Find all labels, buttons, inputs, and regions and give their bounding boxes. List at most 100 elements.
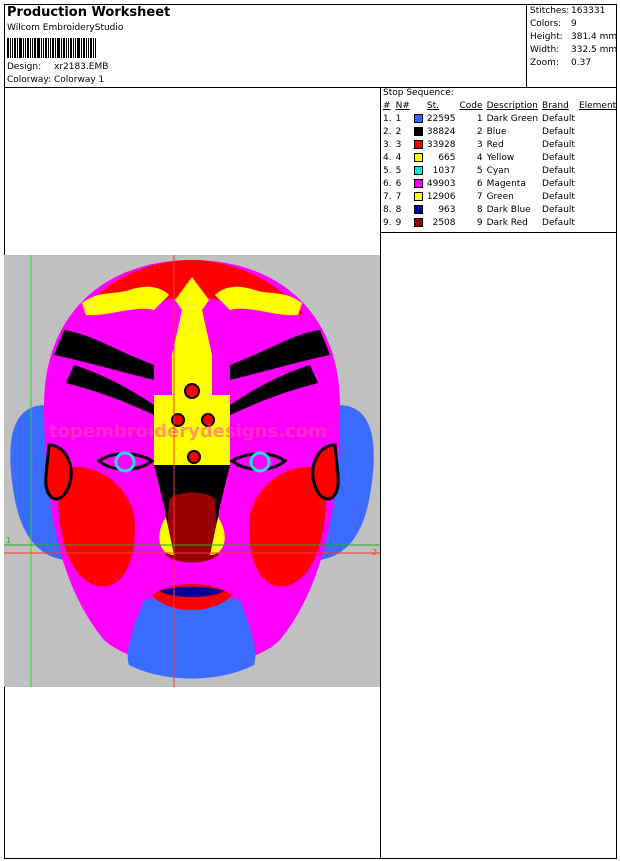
cell-num: 6.: [383, 178, 392, 189]
design-value: xr2183.EMB: [54, 62, 109, 72]
cell-element: [577, 112, 618, 125]
software-name: Wilcom EmbroideryStudio: [7, 23, 124, 33]
col-num: #: [383, 101, 391, 111]
table-row: 8. 8 963 8 Dark Blue Default: [381, 203, 618, 216]
col-description: Description: [486, 101, 538, 111]
design-preview: topembroiderydesigns.com 1 2: [4, 255, 380, 687]
cell-element: [577, 151, 618, 164]
cell-needle: 9: [395, 217, 402, 228]
stop-sequence-title: Stop Sequence:: [383, 88, 454, 98]
cell-needle: 4: [395, 152, 402, 163]
table-row: 2. 2 38824 2 Blue Default: [381, 125, 618, 138]
barcode-bar: [55, 38, 56, 58]
mask-artwork: topembroiderydesigns.com 1 2: [4, 255, 380, 687]
stats-divider: [526, 4, 527, 88]
barcode-bar: [30, 38, 31, 58]
cell-brand: Default: [542, 191, 575, 202]
barcode-bar: [34, 38, 36, 58]
barcode-bar: [43, 38, 44, 58]
sequence-divider: [380, 232, 617, 233]
cell-color-swatch: [412, 125, 425, 138]
stat-value: 9: [571, 19, 577, 29]
cell-brand: Default: [542, 152, 575, 163]
colorway-value: Colorway 1: [54, 75, 105, 85]
table-row: 5. 5 1037 5 Cyan Default: [381, 164, 618, 177]
cell-description: Green: [486, 191, 514, 202]
barcode-bar: [48, 38, 49, 58]
cell-color-swatch: [412, 203, 425, 216]
col-color: [412, 100, 425, 112]
thread-color-swatch: [413, 165, 423, 175]
cell-code: 4: [476, 152, 483, 163]
cell-code: 5: [476, 165, 483, 176]
stat-label: Width:: [530, 45, 560, 55]
barcode-bar: [7, 38, 9, 58]
cell-description: Dark Red: [486, 217, 528, 228]
cell-brand: Default: [542, 204, 575, 215]
cell-code: 6: [476, 178, 483, 189]
table-row: 1. 1 22595 1 Dark Green Default: [381, 112, 618, 125]
cell-stitches: 33928: [426, 139, 456, 150]
stat-value: 0.37: [571, 58, 592, 68]
barcode: [7, 38, 103, 58]
cell-description: Dark Green: [486, 113, 539, 124]
barcode-bar: [75, 38, 76, 58]
table-row: 6. 6 49903 6 Magenta Default: [381, 177, 618, 190]
cell-color-swatch: [412, 138, 425, 151]
barcode-bar: [68, 38, 69, 58]
barcode-bar: [57, 38, 60, 58]
crest-dot: [187, 450, 201, 464]
cell-description: Yellow: [486, 152, 515, 163]
cell-element: [577, 216, 618, 229]
cell-element: [577, 190, 618, 203]
cell-description: Dark Blue: [486, 204, 531, 215]
cell-brand: Default: [542, 217, 575, 228]
cell-num: 1.: [383, 113, 392, 124]
design-label: Design:: [7, 62, 42, 72]
barcode-bar: [25, 38, 26, 58]
cell-stitches: 2508: [432, 217, 456, 228]
stat-label: Colors:: [530, 19, 562, 29]
cell-stitches: 49903: [426, 178, 456, 189]
thread-color-swatch: [413, 152, 423, 162]
barcode-bar: [61, 38, 62, 58]
cell-needle: 8: [395, 204, 402, 215]
cell-element: [577, 177, 618, 190]
barcode-bar: [63, 38, 65, 58]
cell-needle: 5: [395, 165, 402, 176]
cell-needle: 2: [395, 126, 402, 137]
cell-num: 8.: [383, 204, 392, 215]
cell-description: Magenta: [486, 178, 526, 189]
table-row: 4. 4 665 4 Yellow Default: [381, 151, 618, 164]
barcode-bar: [32, 38, 33, 58]
cell-stitches: 12906: [426, 191, 456, 202]
page-title: Production Worksheet: [7, 5, 171, 20]
header-divider: [4, 87, 617, 88]
cell-brand: Default: [542, 126, 575, 137]
barcode-bar: [52, 38, 54, 58]
cell-code: 3: [476, 139, 483, 150]
col-element: Element: [578, 101, 617, 111]
table-row: 7. 7 12906 7 Green Default: [381, 190, 618, 203]
barcode-bar: [81, 38, 82, 58]
barcode-bar: [83, 38, 85, 58]
barcode-bar: [23, 38, 24, 58]
cell-stitches: 665: [438, 152, 456, 163]
col-code: Code: [459, 101, 483, 111]
right-pupil: [249, 451, 271, 473]
cell-needle: 7: [395, 191, 402, 202]
barcode-bar: [95, 38, 96, 58]
cell-description: Blue: [486, 126, 507, 137]
thread-color-swatch: [413, 113, 423, 123]
cell-color-swatch: [412, 216, 425, 229]
cell-stitches: 22595: [426, 113, 456, 124]
cell-code: 9: [476, 217, 483, 228]
crest-dot: [184, 383, 200, 399]
cell-brand: Default: [542, 178, 575, 189]
barcode-bar: [14, 38, 16, 58]
barcode-bar: [41, 38, 42, 58]
cell-needle: 3: [395, 139, 402, 150]
cell-brand: Default: [542, 113, 575, 124]
table-row: 3. 3 33928 3 Red Default: [381, 138, 618, 151]
barcode-bar: [86, 38, 87, 58]
